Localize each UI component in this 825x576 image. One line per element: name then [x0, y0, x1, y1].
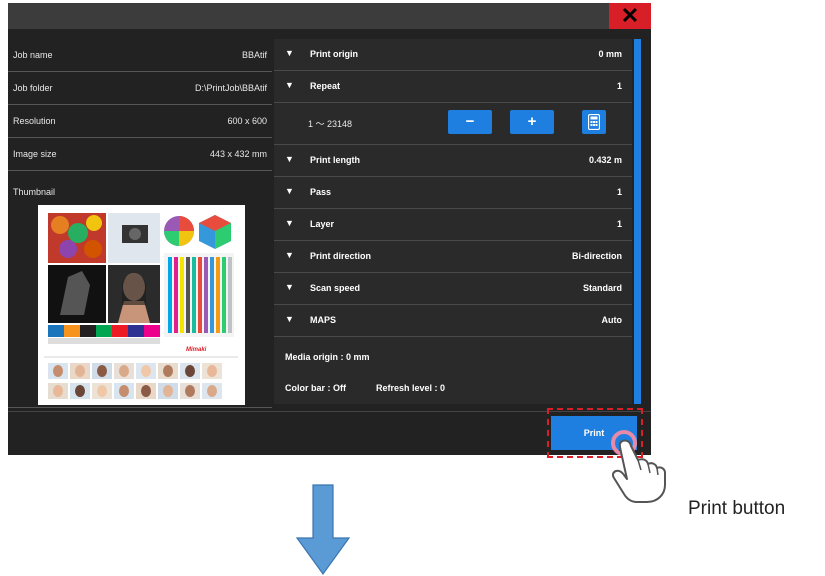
image-size-label: Image size — [13, 149, 57, 159]
setting-pass[interactable]: ▼ Pass 1 — [274, 177, 632, 209]
decrement-button[interactable]: − — [448, 110, 492, 134]
job-name-value: BBAtif — [241, 50, 267, 60]
callout-label: Print button — [688, 498, 786, 519]
setting-value: 1 — [616, 187, 622, 197]
job-name-label: Job name — [13, 50, 53, 60]
setting-value: 0.432 m — [588, 155, 622, 165]
job-name-row: Job name BBAtif — [8, 39, 272, 72]
setting-print-origin[interactable]: ▼ Print origin 0 mm — [274, 39, 632, 71]
minus-icon: − — [465, 113, 475, 130]
brand-logo: Mimaki — [186, 347, 207, 353]
setting-label: Scan speed — [310, 283, 361, 293]
thumbnail-label: Thumbnail — [13, 187, 56, 197]
increment-button[interactable]: + — [510, 110, 554, 134]
job-folder-row: Job folder D:\PrintJob\BBAtif — [8, 72, 272, 105]
job-folder-label: Job folder — [13, 83, 53, 93]
setting-label: Pass — [310, 187, 332, 197]
setting-print-direction[interactable]: ▼ Print direction Bi-direction — [274, 241, 632, 273]
setting-label: Print origin — [310, 49, 358, 59]
setting-scan-speed[interactable]: ▼ Scan speed Standard — [274, 273, 632, 305]
scrollbar[interactable] — [634, 39, 641, 404]
color-bar-text: Color bar : Off — [285, 383, 346, 393]
thumbnail-image: Mimaki — [38, 205, 245, 405]
job-info-panel: Job name BBAtif Job folder D:\PrintJob\B… — [8, 39, 272, 171]
setting-value: 1 — [616, 81, 622, 91]
triangle-down-icon: ▼ — [285, 250, 294, 260]
setting-label: Repeat — [310, 81, 341, 91]
setting-value: Standard — [582, 283, 622, 293]
setting-value: 0 mm — [598, 49, 622, 59]
setting-repeat[interactable]: ▼ Repeat 1 — [274, 71, 632, 103]
down-arrow-icon — [296, 484, 350, 576]
job-folder-value: D:\PrintJob\BBAtif — [194, 83, 267, 93]
close-button[interactable]: ✕ — [609, 3, 651, 29]
print-button-label: Print — [583, 428, 605, 438]
setting-label: Layer — [310, 219, 335, 229]
plus-icon: + — [527, 113, 537, 130]
setting-value: Auto — [601, 315, 623, 325]
summary-area: Media origin : 0 mm Color bar : Off Refr… — [274, 337, 632, 404]
repeat-controls: 1 ～ 23148 − + — [274, 103, 632, 145]
setting-value: Bi-direction — [571, 251, 622, 261]
setting-layer[interactable]: ▼ Layer 1 — [274, 209, 632, 241]
triangle-down-icon: ▼ — [285, 48, 294, 58]
triangle-down-icon: ▼ — [285, 154, 294, 164]
hand-pointer-icon — [611, 430, 666, 503]
resolution-row: Resolution 600 x 600 — [8, 105, 272, 138]
print-dialog: ✕ Job name BBAtif Job folder D:\PrintJob… — [8, 3, 651, 458]
triangle-down-icon: ▼ — [285, 218, 294, 228]
triangle-down-icon: ▼ — [285, 186, 294, 196]
image-size-value: 443 x 432 mm — [209, 149, 267, 159]
calculator-icon — [587, 113, 601, 131]
setting-value: 1 — [616, 219, 622, 229]
title-bar: ✕ — [8, 3, 651, 29]
resolution-value: 600 x 600 — [227, 116, 267, 126]
setting-label: Print direction — [310, 251, 372, 261]
settings-list[interactable]: ▼ Print origin 0 mm ▼ Repeat 1 1 ～ 23148… — [274, 39, 632, 404]
setting-maps[interactable]: ▼ MAPS Auto — [274, 305, 632, 337]
image-size-row: Image size 443 x 432 mm — [8, 138, 272, 171]
divider — [8, 407, 272, 408]
refresh-level-text: Refresh level : 0 — [376, 383, 446, 393]
setting-print-length[interactable]: ▼ Print length 0.432 m — [274, 145, 632, 177]
repeat-range: 1 ～ 23148 — [308, 119, 353, 129]
media-origin-text: Media origin : 0 mm — [285, 352, 370, 362]
triangle-down-icon: ▼ — [285, 314, 294, 324]
close-icon: ✕ — [620, 3, 640, 28]
calculator-button[interactable] — [582, 110, 606, 134]
triangle-down-icon: ▼ — [285, 282, 294, 292]
resolution-label: Resolution — [13, 116, 56, 126]
setting-label: Print length — [310, 155, 360, 165]
setting-label: MAPS — [310, 315, 337, 325]
triangle-down-icon: ▼ — [285, 80, 294, 90]
